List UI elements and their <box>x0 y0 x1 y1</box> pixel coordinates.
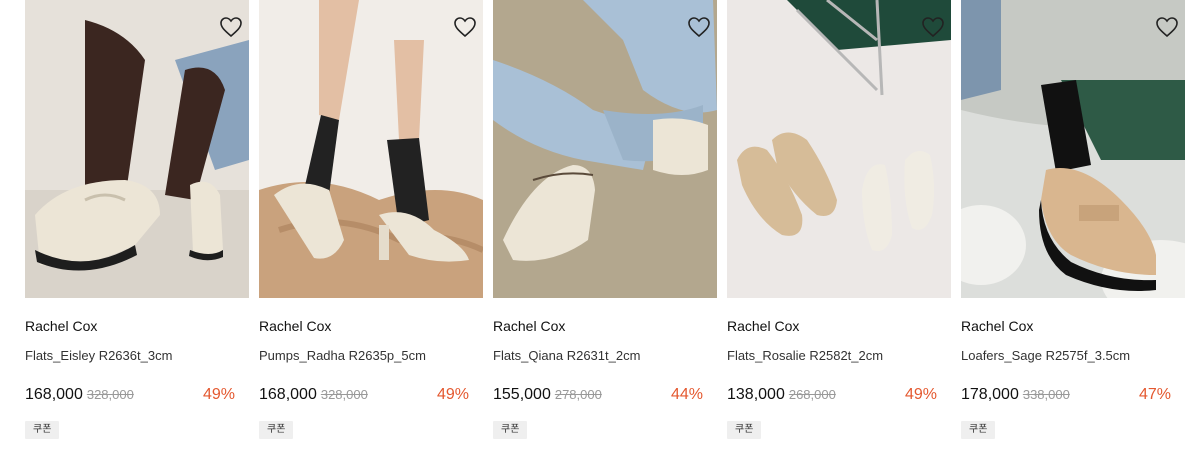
original-price: 328,000 <box>320 387 368 402</box>
sale-price: 168,000 <box>259 386 317 403</box>
sale-price: 138,000 <box>727 386 785 403</box>
wishlist-button[interactable] <box>453 16 477 38</box>
wishlist-button[interactable] <box>687 16 711 38</box>
discount-rate: 47% <box>1138 386 1171 403</box>
product-card[interactable]: Rachel Cox Flats_Qiana R2631t_2cm 155,00… <box>493 0 717 450</box>
heart-icon <box>922 17 944 38</box>
brand-name: Rachel Cox <box>727 318 800 334</box>
price-row: 168,000 328,000 49% <box>25 386 249 406</box>
original-price: 278,000 <box>554 387 602 402</box>
product-name[interactable]: Loafers_Sage R2575f_3.5cm <box>961 348 1130 363</box>
coupon-badge: 쿠폰 <box>25 421 60 439</box>
discount-rate: 49% <box>202 386 235 403</box>
product-image[interactable] <box>961 0 1185 298</box>
product-grid: Rachel Cox Flats_Eisley R2636t_3cm 168,0… <box>0 0 1191 450</box>
wishlist-button[interactable] <box>921 16 945 38</box>
brand-name: Rachel Cox <box>493 318 566 334</box>
wishlist-button[interactable] <box>1155 16 1179 38</box>
heart-icon <box>220 17 242 38</box>
original-price: 338,000 <box>1022 387 1070 402</box>
product-name[interactable]: Flats_Qiana R2631t_2cm <box>493 348 640 363</box>
coupon-badge: 쿠폰 <box>493 421 528 439</box>
product-card[interactable]: Rachel Cox Flats_Rosalie R2582t_2cm 138,… <box>727 0 951 450</box>
brand-name: Rachel Cox <box>961 318 1034 334</box>
product-card[interactable]: Rachel Cox Loafers_Sage R2575f_3.5cm 178… <box>961 0 1185 450</box>
product-image[interactable] <box>493 0 717 298</box>
product-image[interactable] <box>727 0 951 298</box>
heart-icon <box>454 17 476 38</box>
original-price: 268,000 <box>788 387 836 402</box>
product-image[interactable] <box>25 0 249 298</box>
original-price: 328,000 <box>86 387 134 402</box>
product-name[interactable]: Pumps_Radha R2635p_5cm <box>259 348 426 363</box>
discount-rate: 44% <box>670 386 703 403</box>
price-row: 138,000 268,000 49% <box>727 386 951 406</box>
brand-name: Rachel Cox <box>259 318 332 334</box>
product-name[interactable]: Flats_Eisley R2636t_3cm <box>25 348 172 363</box>
product-image[interactable] <box>259 0 483 298</box>
price-row: 178,000 338,000 47% <box>961 386 1185 406</box>
coupon-badge: 쿠폰 <box>961 421 996 439</box>
sale-price: 155,000 <box>493 386 551 403</box>
discount-rate: 49% <box>904 386 937 403</box>
product-card[interactable]: Rachel Cox Flats_Eisley R2636t_3cm 168,0… <box>25 0 249 450</box>
sale-price: 178,000 <box>961 386 1019 403</box>
price-row: 168,000 328,000 49% <box>259 386 483 406</box>
product-name[interactable]: Flats_Rosalie R2582t_2cm <box>727 348 883 363</box>
price-row: 155,000 278,000 44% <box>493 386 717 406</box>
coupon-badge: 쿠폰 <box>259 421 294 439</box>
discount-rate: 49% <box>436 386 469 403</box>
coupon-badge: 쿠폰 <box>727 421 762 439</box>
heart-icon <box>1156 17 1178 38</box>
wishlist-button[interactable] <box>219 16 243 38</box>
heart-icon <box>688 17 710 38</box>
sale-price: 168,000 <box>25 386 83 403</box>
product-card[interactable]: Rachel Cox Pumps_Radha R2635p_5cm 168,00… <box>259 0 483 450</box>
brand-name: Rachel Cox <box>25 318 98 334</box>
